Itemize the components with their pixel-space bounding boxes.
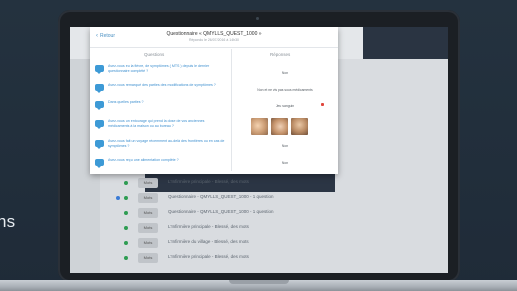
answer-photo[interactable] (251, 118, 268, 135)
status-dot-icon (116, 196, 120, 200)
list-item[interactable]: Mots L'Infirmière principale - Blessé, d… (110, 222, 360, 234)
answers-column-header: Réponses (270, 52, 291, 57)
chat-bubble-icon (95, 140, 104, 149)
question-text: Avez-vous eu la fièvre, de symptômes ( M… (108, 64, 210, 73)
laptop-notch (229, 280, 289, 284)
question-item[interactable]: Dans quelles parties ? (95, 100, 227, 114)
list-item[interactable]: Mots Questionnaire - QMYLLS_QUEST_1000 -… (110, 192, 360, 204)
question-text: Avez-vous remarqué des parties des modif… (108, 83, 216, 87)
list-item-text: L'Infirmière principale - Blessé, des mo… (168, 254, 249, 259)
questionnaire-modal: ‹ Retour Questionnaire « QMYLLS_QUEST_100… (90, 27, 338, 174)
side-caption: ns (0, 212, 16, 231)
camera-icon (256, 17, 259, 20)
answer-text: Non (281, 144, 289, 148)
question-item[interactable]: Avez-vous un entourage qui prend la dose… (95, 119, 227, 133)
list-item[interactable]: Mots L'Infirmière principale - Blessé, d… (110, 252, 360, 264)
status-dot-icon (124, 241, 128, 245)
back-button-label: Retour (100, 33, 116, 39)
chat-bubble-icon (95, 101, 104, 110)
question-item[interactable]: Avez-vous remarqué des parties des modif… (95, 83, 227, 97)
chat-bubble-icon (95, 84, 104, 93)
list-item-tag: Mots (138, 253, 158, 263)
list-item-tag: Mots (138, 238, 158, 248)
answer-photo[interactable] (271, 118, 288, 135)
status-dot-icon (124, 226, 128, 230)
list-item-text: L'Infirmière principale - Blessé, des mo… (168, 224, 249, 229)
question-item[interactable]: Avez-vous eu la fièvre, de symptômes ( M… (95, 64, 227, 78)
chat-bubble-icon (95, 120, 104, 129)
question-text: Avez-vous reçu une alimentation complète… (108, 158, 179, 162)
chat-bubble-icon (95, 65, 104, 74)
question-text: Dans quelles parties ? (108, 100, 144, 104)
modal-subtitle: Répondu le 26/07/2016 à 14h30 (188, 38, 240, 42)
questions-column-header: Questions (144, 52, 165, 57)
list-item[interactable]: Mots Questionnaire - QMYLLS_QUEST_1000 -… (110, 207, 360, 219)
alert-flag-icon (321, 103, 324, 106)
question-text: Avez-vous fait un voyage récemment au-de… (108, 139, 225, 148)
background-list: Mots L'Infirmière principale - Blessé, d… (110, 177, 360, 267)
status-dot-icon (124, 211, 128, 215)
status-dot-icon (124, 196, 128, 200)
list-item-tag: Mots (138, 223, 158, 233)
list-item-text: L'Infirmière principale - Blessé, des mo… (168, 179, 249, 184)
question-text: Avez-vous un entourage qui prend la dose… (108, 119, 205, 128)
list-item-text: Questionnaire - QMYLLS_QUEST_1000 - 1 qu… (168, 209, 274, 214)
question-item[interactable]: Avez-vous reçu une alimentation complète… (95, 158, 227, 172)
status-dot-icon (124, 181, 128, 185)
promo-stage: ns Mots L'Infirmière principale - Blessé… (0, 0, 517, 291)
question-item[interactable]: Avez-vous fait un voyage récemment au-de… (95, 139, 227, 153)
chevron-left-icon: ‹ (96, 33, 98, 39)
list-item[interactable]: Mots L'Infirmière principale - Blessé, d… (110, 177, 360, 189)
list-item-tag: Mots (138, 193, 158, 203)
answer-text: Non (281, 161, 289, 165)
list-item-text: Questionnaire - QMYLLS_QUEST_1000 - 1 qu… (168, 194, 274, 199)
app-header-dark-panel (363, 27, 448, 59)
list-item-tag: Mots (138, 178, 158, 188)
list-item[interactable]: Mots L'Infirmière du village - Blessé, d… (110, 237, 360, 249)
back-button[interactable]: ‹ Retour (96, 33, 115, 39)
list-item-tag: Mots (138, 208, 158, 218)
list-item-text: L'Infirmière du village - Blessé, des mo… (168, 239, 249, 244)
answer-text: Non (281, 71, 289, 75)
status-dot-icon (124, 256, 128, 260)
column-divider (231, 49, 232, 171)
answer-photo[interactable] (291, 118, 308, 135)
modal-title: Questionnaire « QMYLLS_QUEST_1000 » (166, 31, 262, 37)
answer-text: Non et ne vis pas sous médicaments (257, 88, 313, 92)
modal-header: ‹ Retour Questionnaire « QMYLLS_QUEST_100… (90, 27, 338, 48)
chat-bubble-icon (95, 159, 104, 168)
